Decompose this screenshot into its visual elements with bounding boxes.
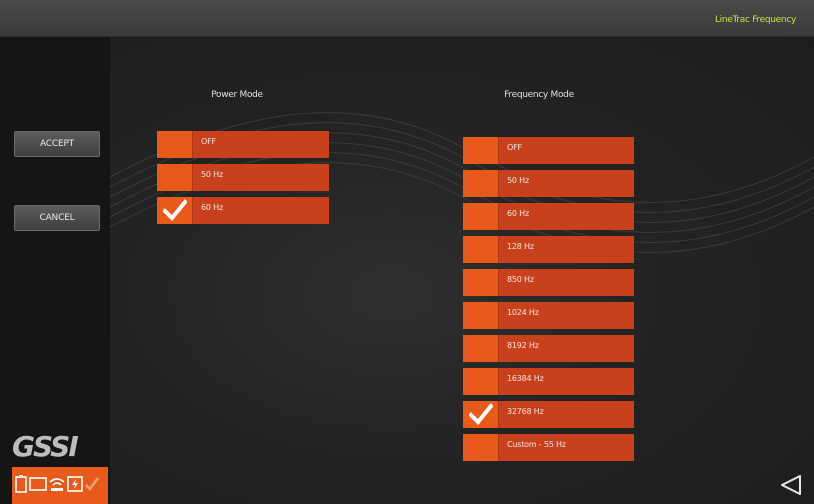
power-mode-option-0[interactable]: OFF bbox=[157, 131, 329, 158]
accept-button[interactable]: ACCEPT bbox=[14, 131, 100, 157]
checkbox[interactable] bbox=[157, 131, 193, 158]
status-bar bbox=[12, 467, 108, 504]
checkbox[interactable] bbox=[463, 269, 499, 296]
checkbox[interactable] bbox=[157, 197, 193, 224]
gssi-logo: GSSI bbox=[12, 430, 80, 460]
screen-icon bbox=[29, 475, 47, 497]
power-icon bbox=[67, 475, 83, 497]
power-mode-option-2[interactable]: 60 Hz bbox=[157, 197, 329, 224]
frequency-mode-option-0[interactable]: OFF bbox=[463, 137, 634, 164]
check-icon bbox=[84, 475, 100, 497]
frequency-mode-option-4[interactable]: 850 Hz bbox=[463, 269, 634, 296]
frequency-mode-option-7[interactable]: 16384 Hz bbox=[463, 368, 634, 395]
option-label: 128 Hz bbox=[507, 242, 534, 251]
checkbox[interactable] bbox=[463, 302, 499, 329]
battery-icon bbox=[14, 474, 28, 497]
frequency-mode-option-2[interactable]: 60 Hz bbox=[463, 203, 634, 230]
wifi-icon bbox=[48, 475, 66, 497]
checkbox[interactable] bbox=[157, 164, 193, 191]
power-mode-option-1[interactable]: 50 Hz bbox=[157, 164, 329, 191]
frequency-mode-option-1[interactable]: 50 Hz bbox=[463, 170, 634, 197]
top-bar: LineTrac Frequency bbox=[0, 0, 814, 37]
power-mode-heading: Power Mode bbox=[211, 90, 263, 100]
frequency-mode-option-8[interactable]: 32768 Hz bbox=[463, 401, 634, 428]
checkbox[interactable] bbox=[463, 170, 499, 197]
checkbox[interactable] bbox=[463, 401, 499, 428]
checkbox[interactable] bbox=[463, 368, 499, 395]
main-panel bbox=[110, 37, 814, 504]
page-title: LineTrac Frequency bbox=[714, 15, 796, 25]
frequency-mode-option-3[interactable]: 128 Hz bbox=[463, 236, 634, 263]
logo-text: GSSI bbox=[12, 430, 78, 460]
cancel-button[interactable]: CANCEL bbox=[14, 205, 100, 231]
frequency-mode-option-5[interactable]: 1024 Hz bbox=[463, 302, 634, 329]
option-label: 1024 Hz bbox=[507, 308, 539, 317]
frequency-mode-option-9[interactable]: Custom - 55 Hz bbox=[463, 434, 634, 461]
option-label: 16384 Hz bbox=[507, 374, 544, 383]
checkbox[interactable] bbox=[463, 434, 499, 461]
option-label: 850 Hz bbox=[507, 275, 534, 284]
checkbox[interactable] bbox=[463, 137, 499, 164]
checkmark-icon bbox=[163, 199, 187, 221]
back-triangle-icon[interactable] bbox=[778, 472, 804, 498]
option-label: 60 Hz bbox=[507, 209, 529, 218]
option-label: 8192 Hz bbox=[507, 341, 539, 350]
checkmark-icon bbox=[469, 403, 493, 425]
option-label: 60 Hz bbox=[201, 203, 223, 212]
frequency-mode-heading: Frequency Mode bbox=[504, 90, 574, 100]
background-wave-decoration bbox=[110, 112, 814, 253]
checkbox[interactable] bbox=[463, 236, 499, 263]
option-label: OFF bbox=[507, 143, 522, 152]
option-label: OFF bbox=[201, 137, 216, 146]
option-label: 50 Hz bbox=[201, 170, 223, 179]
checkbox[interactable] bbox=[463, 335, 499, 362]
checkbox[interactable] bbox=[463, 203, 499, 230]
option-label: 50 Hz bbox=[507, 176, 529, 185]
frequency-mode-option-6[interactable]: 8192 Hz bbox=[463, 335, 634, 362]
option-label: Custom - 55 Hz bbox=[507, 440, 566, 449]
option-label: 32768 Hz bbox=[507, 407, 544, 416]
